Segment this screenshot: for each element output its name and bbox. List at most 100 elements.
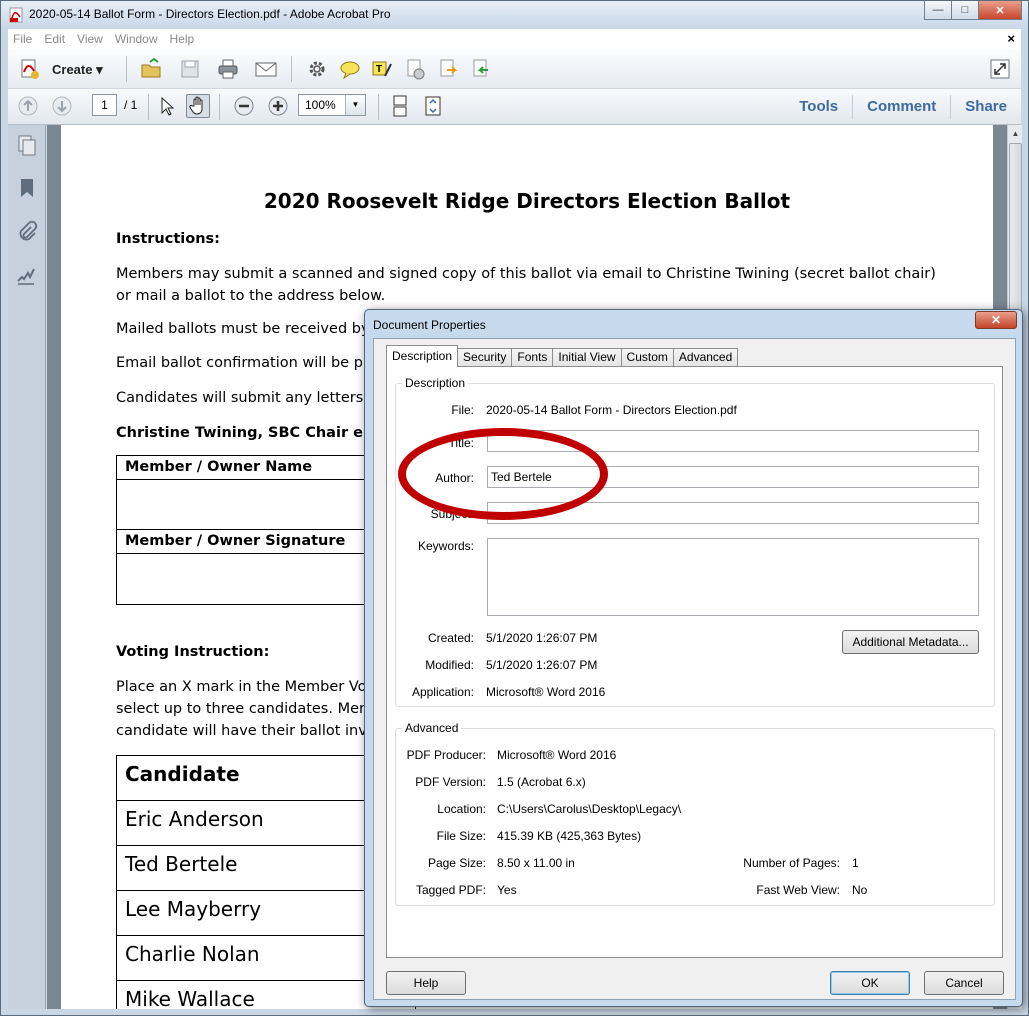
file-label: File: xyxy=(451,403,474,417)
modified-label: Modified: xyxy=(425,658,474,672)
menu-edit[interactable]: Edit xyxy=(44,32,65,46)
title-label: Title: xyxy=(448,436,474,450)
toolbar-separator xyxy=(378,94,379,120)
menu-file[interactable]: File xyxy=(13,32,32,46)
page-thumbnails-icon[interactable] xyxy=(16,135,38,157)
tools-pane-tab[interactable]: Tools xyxy=(785,95,852,119)
modified-value: 5/1/2020 1:26:07 PM xyxy=(486,658,598,672)
group-label: Advanced xyxy=(402,721,462,735)
menu-help[interactable]: Help xyxy=(170,32,195,46)
advanced-group: Advanced PDF Producer: Microsoft® Word 2… xyxy=(395,721,995,906)
page-size-value: 8.50 x 11.00 in xyxy=(497,856,575,870)
subject-label: Subject: xyxy=(430,507,474,521)
description-group: Description File: 2020-05-14 Ballot Form… xyxy=(395,376,995,707)
pdf-version-label: PDF Version: xyxy=(415,775,486,789)
zoom-in-icon[interactable] xyxy=(266,94,290,118)
ok-button[interactable]: OK xyxy=(830,971,910,995)
sign-icon[interactable] xyxy=(403,57,427,81)
instructions-heading: Instructions: xyxy=(116,231,220,247)
collect-feedback-icon[interactable] xyxy=(469,57,493,81)
attachments-icon[interactable] xyxy=(16,221,38,243)
share-pane-tab[interactable]: Share xyxy=(950,95,1021,119)
zoom-level-select[interactable]: 100% ▼ xyxy=(298,94,366,116)
comment-icon[interactable] xyxy=(338,57,362,81)
signatures-icon[interactable] xyxy=(16,265,38,287)
svg-text:T: T xyxy=(376,64,382,75)
tab-initial-view[interactable]: Initial View xyxy=(552,348,622,367)
toolbar-separator xyxy=(291,56,292,82)
page-number-input[interactable]: 1 xyxy=(92,94,117,116)
tagged-pdf-value: Yes xyxy=(497,883,517,897)
toolbar-separator xyxy=(126,56,127,82)
number-of-pages-value: 1 xyxy=(852,856,859,870)
main-toolbar: Create ▾ T xyxy=(8,49,1021,89)
created-value: 5/1/2020 1:26:07 PM xyxy=(486,631,598,645)
pdf-producer-label: PDF Producer: xyxy=(406,748,486,762)
select-arrow-icon[interactable] xyxy=(154,94,178,118)
tab-custom[interactable]: Custom xyxy=(620,348,674,367)
expand-view-icon[interactable] xyxy=(988,57,1012,81)
file-value: 2020-05-14 Ballot Form - Directors Elect… xyxy=(486,403,737,417)
created-label: Created: xyxy=(427,631,474,645)
create-menu-button[interactable]: Create ▾ xyxy=(52,62,103,78)
close-document-button[interactable]: × xyxy=(1007,31,1015,46)
print-icon[interactable] xyxy=(216,57,240,81)
author-field[interactable]: Ted Bertele xyxy=(487,466,979,488)
help-button[interactable]: Help xyxy=(386,971,466,995)
comment-pane-tab[interactable]: Comment xyxy=(852,95,950,119)
maximize-button[interactable]: □ xyxy=(951,1,979,20)
dialog-close-button[interactable]: ✕ xyxy=(975,311,1017,329)
pdf-file-icon xyxy=(9,7,23,23)
toolbar-separator xyxy=(148,94,149,120)
page-total: / 1 xyxy=(124,98,138,112)
minimize-button[interactable]: — xyxy=(924,1,952,20)
menu-bar: File Edit View Window Help × xyxy=(8,29,1021,49)
window-title: 2020-05-14 Ballot Form - Directors Elect… xyxy=(29,7,391,21)
send-for-review-icon[interactable] xyxy=(436,57,460,81)
hand-tool-icon[interactable] xyxy=(186,94,210,118)
zoom-out-icon[interactable] xyxy=(232,94,256,118)
dialog-title: Document Properties xyxy=(373,318,486,332)
scrolling-mode-icon[interactable] xyxy=(388,94,412,118)
title-field[interactable] xyxy=(487,430,979,452)
close-window-button[interactable]: ✕ xyxy=(978,1,1022,20)
keywords-field[interactable] xyxy=(487,538,979,616)
email-icon[interactable] xyxy=(254,57,278,81)
fit-page-icon[interactable] xyxy=(421,94,445,118)
navigation-pane xyxy=(8,125,46,1009)
open-folder-icon[interactable] xyxy=(139,57,163,81)
tab-fonts[interactable]: Fonts xyxy=(511,348,554,367)
cancel-button[interactable]: Cancel xyxy=(924,971,1004,995)
gear-icon[interactable] xyxy=(305,57,329,81)
additional-metadata-button[interactable]: Additional Metadata... xyxy=(842,630,979,654)
document-title: 2020 Roosevelt Ridge Directors Election … xyxy=(263,189,791,213)
scroll-thumb[interactable] xyxy=(1009,143,1022,323)
number-of-pages-label: Number of Pages: xyxy=(743,856,840,870)
author-label: Author: xyxy=(435,471,474,485)
highlight-text-icon[interactable]: T xyxy=(370,57,394,81)
chevron-down-icon[interactable]: ▼ xyxy=(345,95,365,115)
navigation-toolbar: 1 / 1 100% ▼ Tools Comment Share xyxy=(8,89,1021,125)
scroll-up-icon[interactable]: ▲ xyxy=(1008,125,1023,142)
bookmarks-icon[interactable] xyxy=(16,177,38,199)
menu-view[interactable]: View xyxy=(77,32,103,46)
tab-advanced[interactable]: Advanced xyxy=(672,348,739,367)
location-label: Location: xyxy=(437,802,486,816)
description-panel: Description File: 2020-05-14 Ballot Form… xyxy=(386,366,1003,958)
subject-field[interactable] xyxy=(487,502,979,524)
fast-web-view-value: No xyxy=(852,883,868,897)
application-label: Application: xyxy=(411,685,474,699)
fast-web-view-label: Fast Web View: xyxy=(756,883,840,897)
tab-security[interactable]: Security xyxy=(457,348,513,367)
location-value: C:\Users\Carolus\Desktop\Legacy\ xyxy=(497,802,682,816)
group-label: Description xyxy=(402,376,469,390)
instructions-paragraph: Members may submit a scanned and signed … xyxy=(116,266,936,304)
create-pdf-icon[interactable] xyxy=(18,57,42,81)
dialog-body: Description Security Fonts Initial View … xyxy=(373,338,1016,1000)
pdf-version-value: 1.5 (Acrobat 6.x) xyxy=(497,775,586,789)
tab-description[interactable]: Description xyxy=(386,345,459,367)
menu-window[interactable]: Window xyxy=(115,32,158,46)
previous-page-icon[interactable] xyxy=(16,94,40,118)
save-icon[interactable] xyxy=(178,57,202,81)
next-page-icon[interactable] xyxy=(50,94,74,118)
